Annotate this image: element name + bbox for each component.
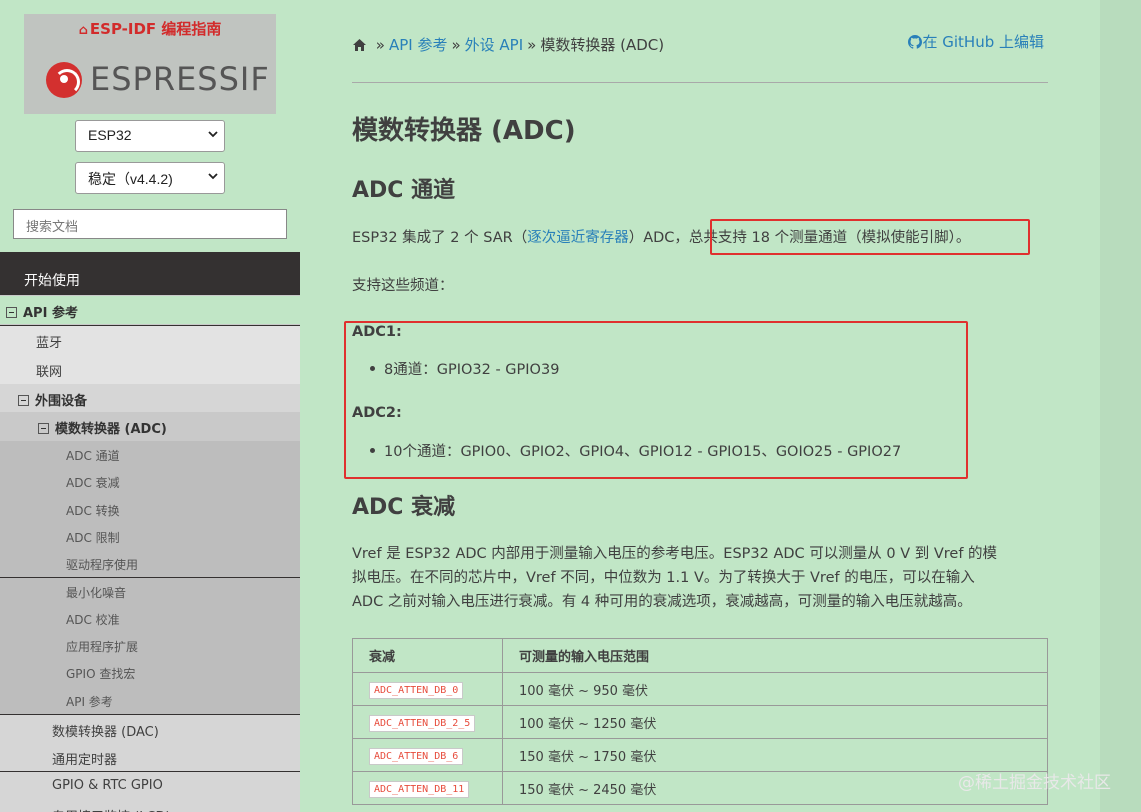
atten-code[interactable]: ADC_ATTEN_DB_11 <box>369 780 470 798</box>
nav-networking[interactable]: 联网 <box>0 355 300 384</box>
nav-bluetooth[interactable]: 蓝牙 <box>0 326 300 355</box>
attenuation-paragraph: Vref 是 ESP32 ADC 内部用于测量输入电压的参考电压。ESP32 A… <box>352 546 998 610</box>
chip-select[interactable]: ESP32 <box>75 120 225 152</box>
nav-gpio-lookup-macros[interactable]: GPIO 查找宏 <box>0 659 300 687</box>
table-row: ADC_ATTEN_DB_0 100 毫伏 ~ 950 毫伏 <box>352 672 1048 706</box>
nav-dac[interactable]: 数模转换器 (DAC) <box>0 715 300 743</box>
atten-code[interactable]: ADC_ATTEN_DB_2_5 <box>369 714 476 732</box>
chevron-down-icon <box>208 131 218 138</box>
espressif-logo-icon <box>46 62 82 98</box>
voltage-range: 100 毫伏 ~ 1250 毫伏 <box>502 705 1048 739</box>
nav-peripherals[interactable]: 外围设备 <box>0 384 300 412</box>
nav-adc-calibration[interactable]: ADC 校准 <box>0 604 300 633</box>
sar-link[interactable]: 逐次逼近寄存器 <box>527 230 629 246</box>
nav-app-extensions[interactable]: 应用程序扩展 <box>0 632 300 660</box>
highlight-box <box>710 219 1030 255</box>
column-header: 衰减 <box>352 638 503 673</box>
column-header: 可测量的输入电压范围 <box>502 638 1048 673</box>
breadcrumb-current: 模数转换器 (ADC) <box>540 36 665 54</box>
nav-minimize-noise[interactable]: 最小化噪音 <box>0 577 300 605</box>
github-icon <box>908 35 923 49</box>
breadcrumb: » API 参考» 外设 API» 模数转换器 (ADC) <box>352 34 664 55</box>
logo-title[interactable]: ⌂ ESP-IDF 编程指南 <box>24 18 276 39</box>
section-heading-channels: ADC 通道 <box>352 178 456 203</box>
header-divider <box>352 82 1048 83</box>
home-icon: ⌂ <box>78 23 88 38</box>
table-row: ADC_ATTEN_DB_2_5 100 毫伏 ~ 1250 毫伏 <box>352 705 1048 739</box>
nav-adc[interactable]: 模数转换器 (ADC) <box>0 412 300 441</box>
chevron-down-icon <box>208 173 218 180</box>
section-heading-attenuation: ADC 衰减 <box>352 495 456 520</box>
table-header-row: 衰减 可测量的输入电压范围 <box>352 638 1048 673</box>
nav-adc-conversion[interactable]: ADC 转换 <box>0 495 300 523</box>
table-row: ADC_ATTEN_DB_11 150 毫伏 ~ 2450 毫伏 <box>352 771 1048 805</box>
nav-general-timer[interactable]: 通用定时器 <box>0 743 300 771</box>
table-row: ADC_ATTEN_DB_6 150 毫伏 ~ 1750 毫伏 <box>352 738 1048 772</box>
collapse-icon[interactable] <box>18 395 29 406</box>
sidebar-header: ⌂ ESP-IDF 编程指南 ESPRESSIF ESP32 稳定（v4.4.2)… <box>0 0 300 252</box>
supported-channels-intro: 支持这些频道： <box>352 278 454 294</box>
page-title: 模数转换器 (ADC) <box>352 116 576 146</box>
home-icon[interactable] <box>352 38 367 52</box>
collapse-icon[interactable] <box>6 307 17 318</box>
nav-driver-usage[interactable]: 驱动程序使用 <box>0 550 300 578</box>
search-input[interactable]: 搜索文档 <box>13 209 287 239</box>
main-content: » API 参考» 外设 API» 模数转换器 (ADC) 在 GitHub 上编辑 … <box>300 0 1100 812</box>
nav-adc-attenuation[interactable]: ADC 衰减 <box>0 468 300 496</box>
collapse-icon[interactable] <box>38 423 49 434</box>
nav-lcd[interactable]: 专用接口监控 (LCD) <box>0 800 300 812</box>
nav-adc-channels[interactable]: ADC 通道 <box>0 441 300 469</box>
watermark: @稀土掘金技术社区 <box>958 773 1111 793</box>
atten-code[interactable]: ADC_ATTEN_DB_6 <box>369 747 464 765</box>
logo-wordmark: ESPRESSIF <box>90 60 270 98</box>
nav-adc-limitations[interactable]: ADC 限制 <box>0 522 300 551</box>
voltage-range: 150 毫伏 ~ 1750 毫伏 <box>502 738 1048 772</box>
sidebar: ⌂ ESP-IDF 编程指南 ESPRESSIF ESP32 稳定（v4.4.2)… <box>0 0 300 812</box>
breadcrumb-peripherals[interactable]: 外设 API <box>465 36 524 54</box>
version-select[interactable]: 稳定（v4.4.2) <box>75 162 225 194</box>
nav-gpio[interactable]: GPIO & RTC GPIO <box>0 772 300 800</box>
voltage-range: 100 毫伏 ~ 950 毫伏 <box>502 672 1048 706</box>
breadcrumb-api[interactable]: API 参考 <box>389 36 448 54</box>
edit-on-github-link[interactable]: 在 GitHub 上编辑 <box>908 31 1044 52</box>
attenuation-table: 衰减 可测量的输入电压范围 ADC_ATTEN_DB_0 100 毫伏 ~ 95… <box>352 638 1048 805</box>
atten-code[interactable]: ADC_ATTEN_DB_0 <box>369 681 464 699</box>
nav-api-reference[interactable]: API 参考 <box>0 295 300 325</box>
highlight-box <box>344 321 968 479</box>
logo[interactable]: ⌂ ESP-IDF 编程指南 ESPRESSIF <box>24 14 276 114</box>
page-margin <box>1100 0 1141 812</box>
nav-adc-api-reference[interactable]: API 参考 <box>0 686 300 714</box>
nav-getting-started[interactable]: 开始使用 <box>0 265 300 295</box>
